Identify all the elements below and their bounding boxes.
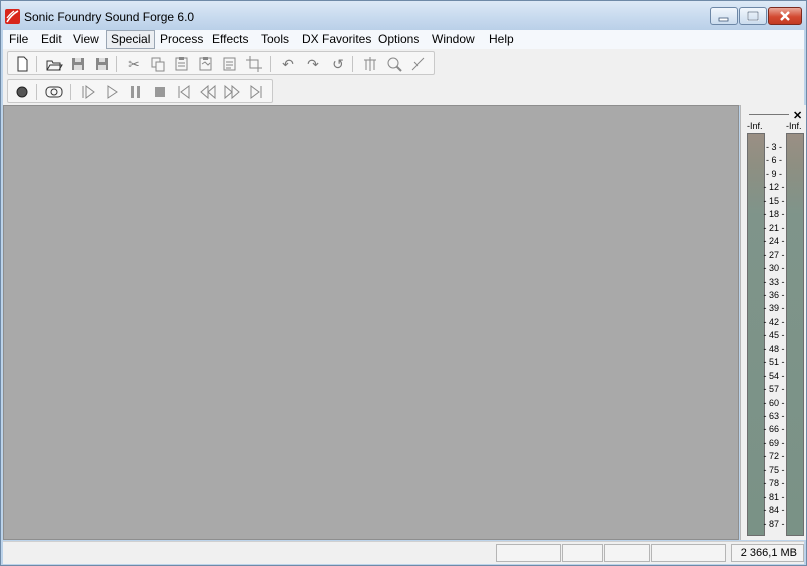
save-icon[interactable] (68, 54, 88, 74)
menu-dx-favorites[interactable]: DX Favorites (298, 31, 375, 48)
db-scale-tick: - 45 - (763, 330, 785, 341)
title-bar[interactable]: Sonic Foundry Sound Forge 6.0 (1, 1, 806, 30)
menu-special[interactable]: Special (106, 30, 156, 49)
db-scale-tick: - 75 - (763, 464, 785, 475)
zoom-icon[interactable] (384, 54, 404, 74)
menu-edit[interactable]: Edit (37, 31, 66, 48)
menu-help[interactable]: Help (485, 31, 518, 48)
menu-bar: File Edit View Special Process Effects T… (3, 30, 804, 50)
db-scale-tick: - 39 - (763, 303, 785, 314)
db-scale-tick: - 15 - (763, 195, 785, 206)
rewind-icon[interactable] (198, 82, 218, 102)
maximize-button[interactable] (739, 7, 767, 25)
db-scale-tick: - 69 - (763, 437, 785, 448)
menu-file[interactable]: File (5, 31, 32, 48)
status-pane-4 (651, 544, 726, 562)
minimize-icon (718, 17, 729, 22)
db-scale-tick: - 27 - (763, 249, 785, 260)
right-level-meter (786, 133, 804, 536)
status-pane-1 (496, 544, 561, 562)
db-scale-tick: - 63 - (763, 411, 785, 421)
record-icon[interactable] (12, 82, 32, 102)
new-file-icon[interactable] (12, 54, 32, 74)
db-scale-tick: - 30 - (763, 263, 785, 274)
right-meter-label: -Inf. (786, 121, 802, 131)
db-scale-tick: - 66 - (763, 424, 785, 435)
transport-toolbar (3, 77, 804, 106)
window-title: Sonic Foundry Sound Forge 6.0 (24, 10, 195, 24)
db-scale-tick: - 24 - (763, 236, 785, 247)
level-meter-panel: ✕ -Inf. -Inf. - 3 -- 6 -- 9 -- 12 -- 15 … (740, 105, 806, 540)
left-meter-label: -Inf. (747, 121, 763, 131)
paste-special-icon[interactable] (196, 54, 216, 74)
cut-icon[interactable]: ✂ (124, 54, 144, 74)
standard-toolbar-group: ✂ ↶ ↷ ↺ (7, 51, 435, 75)
go-to-end-icon[interactable] (246, 82, 266, 102)
db-scale-tick: - 60 - (763, 397, 785, 408)
pause-icon[interactable] (126, 82, 146, 102)
menu-process[interactable]: Process (156, 31, 207, 48)
maximize-icon (747, 11, 759, 21)
sound-forge-logo-icon (5, 9, 20, 24)
mix-icon[interactable] (220, 54, 240, 74)
db-scale-tick: - 81 - (763, 491, 785, 502)
play-icon[interactable] (102, 82, 122, 102)
db-scale-tick: - 3 - (765, 142, 782, 152)
minimize-button[interactable] (710, 7, 738, 25)
loop-play-icon[interactable] (44, 82, 64, 102)
edit-tool-icon[interactable] (408, 54, 428, 74)
db-scale-tick: - 9 - (765, 168, 782, 179)
db-scale-tick: - 54 - (763, 370, 785, 381)
crop-icon[interactable] (244, 54, 264, 74)
db-scale-tick: - 18 - (763, 209, 785, 220)
memory-status-pane: 2 366,1 MB (731, 544, 804, 562)
menu-window[interactable]: Window (428, 31, 479, 48)
workspace-area[interactable] (3, 105, 739, 540)
repeat-icon[interactable]: ↺ (328, 54, 348, 74)
play-all-icon[interactable] (78, 82, 98, 102)
memory-value: 2 366,1 MB (740, 547, 797, 559)
open-folder-icon[interactable] (44, 54, 64, 74)
menu-view[interactable]: View (69, 31, 103, 48)
menu-options[interactable]: Options (374, 31, 423, 48)
db-scale-tick: - 12 - (763, 182, 785, 193)
db-scale-tick: - 36 - (763, 289, 785, 300)
paste-icon[interactable] (172, 54, 192, 74)
go-to-start-icon[interactable] (174, 82, 194, 102)
standard-toolbar: ✂ ↶ ↷ ↺ (3, 49, 804, 77)
db-scale-tick: - 87 - (763, 518, 785, 529)
db-scale-tick: - 42 - (763, 316, 785, 327)
stop-icon[interactable] (150, 82, 170, 102)
menu-tools[interactable]: Tools (257, 31, 293, 48)
forward-icon[interactable] (222, 82, 242, 102)
transport-toolbar-group (7, 79, 273, 103)
db-scale-tick: - 6 - (765, 155, 782, 166)
db-scale-tick: - 51 - (763, 357, 785, 368)
db-scale-tick: - 21 - (763, 222, 785, 233)
status-bar: 2 366,1 MB (3, 541, 804, 564)
menu-effects[interactable]: Effects (208, 31, 252, 48)
db-scale-tick: - 33 - (763, 276, 785, 287)
redo-icon[interactable]: ↷ (303, 54, 323, 74)
db-scale-tick: - 78 - (763, 478, 785, 489)
db-scale-tick: - 48 - (763, 343, 785, 354)
db-scale-tick: - 84 - (763, 505, 785, 516)
db-scale-tick: - 57 - (763, 384, 785, 395)
status-pane-3 (604, 544, 650, 562)
copy-icon[interactable] (148, 54, 168, 74)
db-scale-tick: - 72 - (763, 451, 785, 462)
trim-icon[interactable] (360, 54, 380, 74)
undo-icon[interactable]: ↶ (278, 54, 298, 74)
close-icon (780, 11, 790, 21)
save-all-icon[interactable] (92, 54, 112, 74)
close-button[interactable] (768, 7, 802, 25)
status-pane-2 (562, 544, 603, 562)
app-window: Sonic Foundry Sound Forge 6.0 File Edit … (0, 0, 807, 566)
